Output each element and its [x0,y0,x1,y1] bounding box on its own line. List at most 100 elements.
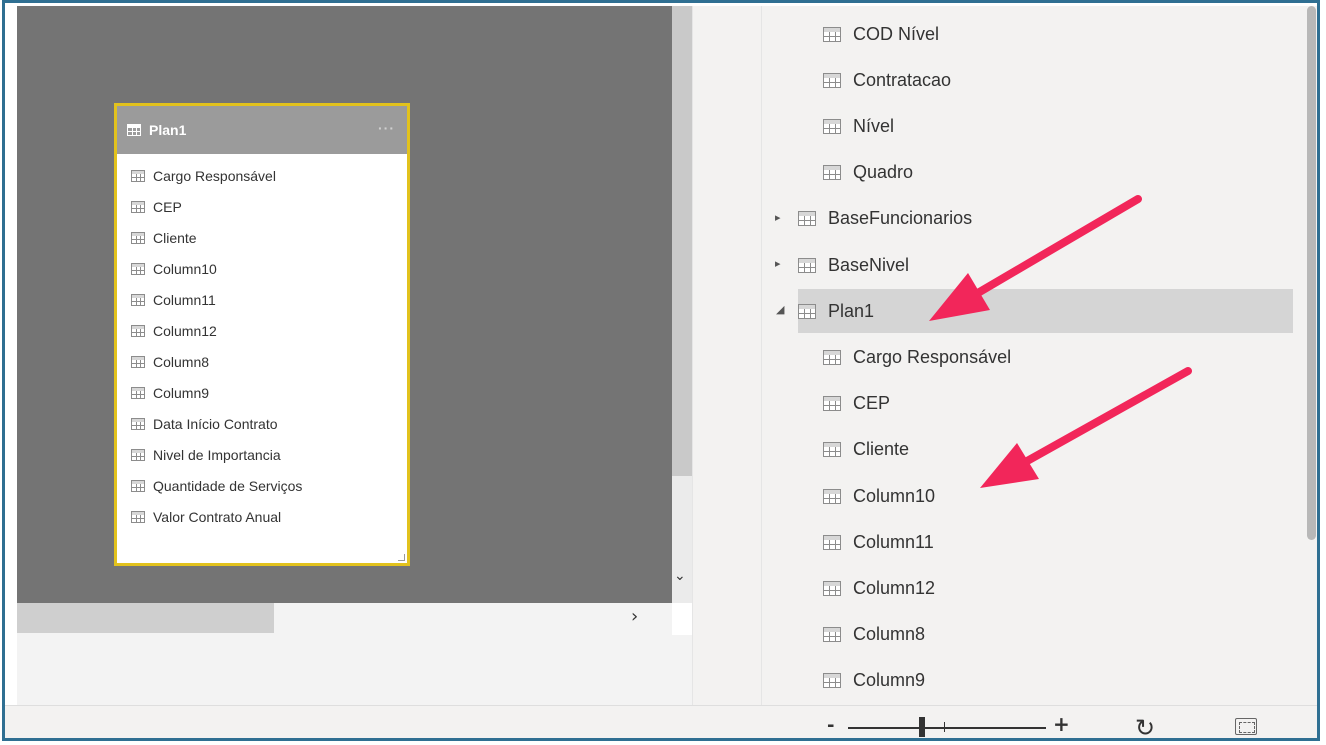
collapse-caret-icon[interactable]: ◢ [776,303,784,316]
field-table-icon [131,510,145,523]
fields-scroll-thumb[interactable] [1307,6,1316,540]
scroll-right-arrow-icon[interactable]: › [631,606,638,627]
resize-handle-icon[interactable] [398,554,405,561]
card-field-item[interactable]: Column9 [117,377,407,408]
field-label: Nível [853,115,895,136]
field-item[interactable]: Contratacao [693,58,1317,102]
card-field-label: Column9 [153,384,210,401]
expand-caret-icon[interactable]: ▸ [775,211,781,224]
table-item-plan1[interactable]: Plan1 ◢ [776,289,1293,334]
field-table-icon [131,324,145,337]
card-field-label: Cliente [153,229,197,246]
model-view-window: Plan1 ··· Cargo Responsável CEP Cliente Col… [2,0,1320,741]
card-field-label: Data Início Contrato [153,415,278,432]
field-item[interactable]: Quadro [693,151,1317,195]
canvas-horizontal-scrollbar[interactable]: › [17,603,672,635]
card-field-item[interactable]: Column10 [117,253,407,284]
card-field-label: Column12 [153,322,217,339]
table-card-header[interactable]: Plan1 ··· [117,106,407,154]
card-field-label: Quantidade de Serviços [153,477,303,494]
field-table-icon [823,165,841,181]
canvas-vertical-scrollbar[interactable]: ⌄ [672,6,692,603]
field-item[interactable]: Column12 [693,566,1317,610]
table-item-basefuncionarios[interactable]: BaseFuncionarios ▸ [693,197,1317,241]
field-label: Cargo Responsável [853,346,1012,367]
fit-to-page-icon[interactable] [1235,718,1257,735]
field-label: Contratacao [853,69,952,90]
zoom-slider-thumb[interactable] [919,717,925,737]
table-icon [127,124,141,136]
card-field-item[interactable]: Cliente [117,222,407,253]
field-table-icon [131,479,145,492]
zoom-slider-tick [944,722,945,732]
card-field-item[interactable]: Column8 [117,346,407,377]
card-field-item[interactable]: Cargo Responsável [117,160,407,191]
field-table-icon [131,448,145,461]
field-label: Column8 [853,624,926,645]
zoom-out-button[interactable]: - [827,715,834,736]
field-table-icon [798,257,816,273]
field-label: Column9 [853,670,926,691]
zoom-slider-track[interactable] [848,727,1046,729]
card-field-item[interactable]: Data Início Contrato [117,408,407,439]
field-table-icon [823,396,841,412]
field-table-icon [823,673,841,689]
field-table-icon [823,118,841,134]
field-label: Cliente [853,439,910,460]
fields-scrollbar[interactable] [1303,6,1317,705]
zoom-in-button[interactable]: + [1053,712,1070,736]
field-table-icon [131,293,145,306]
card-field-item[interactable]: Valor Contrato Anual [117,501,407,532]
table-card-plan1[interactable]: Plan1 ··· Cargo Responsável CEP Cliente Col… [114,103,410,566]
refresh-icon[interactable]: ↻ [1135,714,1155,738]
card-field-label: Column10 [153,260,217,277]
field-item[interactable]: Column9 [693,659,1317,703]
card-field-item[interactable]: Column12 [117,315,407,346]
field-table-icon [131,169,145,182]
field-label: Plan1 [828,300,875,321]
field-table-icon [823,72,841,88]
field-table-icon [823,442,841,458]
table-card-title: Plan1 [149,122,187,138]
card-field-label: Valor Contrato Anual [153,508,282,525]
card-field-label: Column8 [153,353,210,370]
field-table-icon [131,200,145,213]
field-item[interactable]: Cargo Responsável [693,335,1317,379]
card-field-item[interactable]: Nivel de Importancia [117,439,407,470]
field-label: Quadro [853,162,914,183]
card-field-label: Nivel de Importancia [153,446,281,463]
card-field-item[interactable]: Quantidade de Serviços [117,470,407,501]
bottom-toolbar: - + ↻ [5,705,1317,738]
card-field-label: CEP [153,198,182,215]
canvas-horizontal-scroll-thumb[interactable] [17,603,274,633]
field-item[interactable]: Nível [693,104,1317,148]
field-table-icon [823,580,841,596]
field-table-icon [131,231,145,244]
table-item-basenivel[interactable]: BaseNivel ▸ [693,243,1317,287]
field-label: COD Nível [853,23,940,44]
field-item[interactable]: Cliente [693,428,1317,472]
table-card-field-list: Cargo Responsável CEP Cliente Column10 Colum… [117,154,407,532]
more-options-icon[interactable]: ··· [378,120,395,136]
field-table-icon [823,26,841,42]
fields-pane: COD Nível Contratacao Nível Quadro BaseFunci… [693,6,1303,705]
field-table-icon [798,303,816,319]
field-item[interactable]: Column10 [693,474,1317,518]
model-canvas[interactable]: Plan1 ··· Cargo Responsável CEP Cliente Col… [17,6,672,603]
field-table-icon [823,534,841,550]
card-field-item[interactable]: CEP [117,191,407,222]
field-label: Column11 [853,531,934,552]
scroll-down-arrow-icon[interactable]: ⌄ [674,568,686,584]
field-table-icon [823,349,841,365]
card-field-label: Cargo Responsável [153,167,276,184]
field-table-icon [131,417,145,430]
field-item[interactable]: Column8 [693,613,1317,657]
field-item[interactable]: COD Nível [693,12,1317,56]
field-label: Column12 [853,577,936,598]
field-item[interactable]: Column11 [693,520,1317,564]
expand-caret-icon[interactable]: ▸ [775,257,781,270]
field-table-icon [823,488,841,504]
field-item[interactable]: CEP [693,382,1317,426]
card-field-item[interactable]: Column11 [117,284,407,315]
canvas-vertical-scroll-thumb[interactable] [672,6,692,476]
